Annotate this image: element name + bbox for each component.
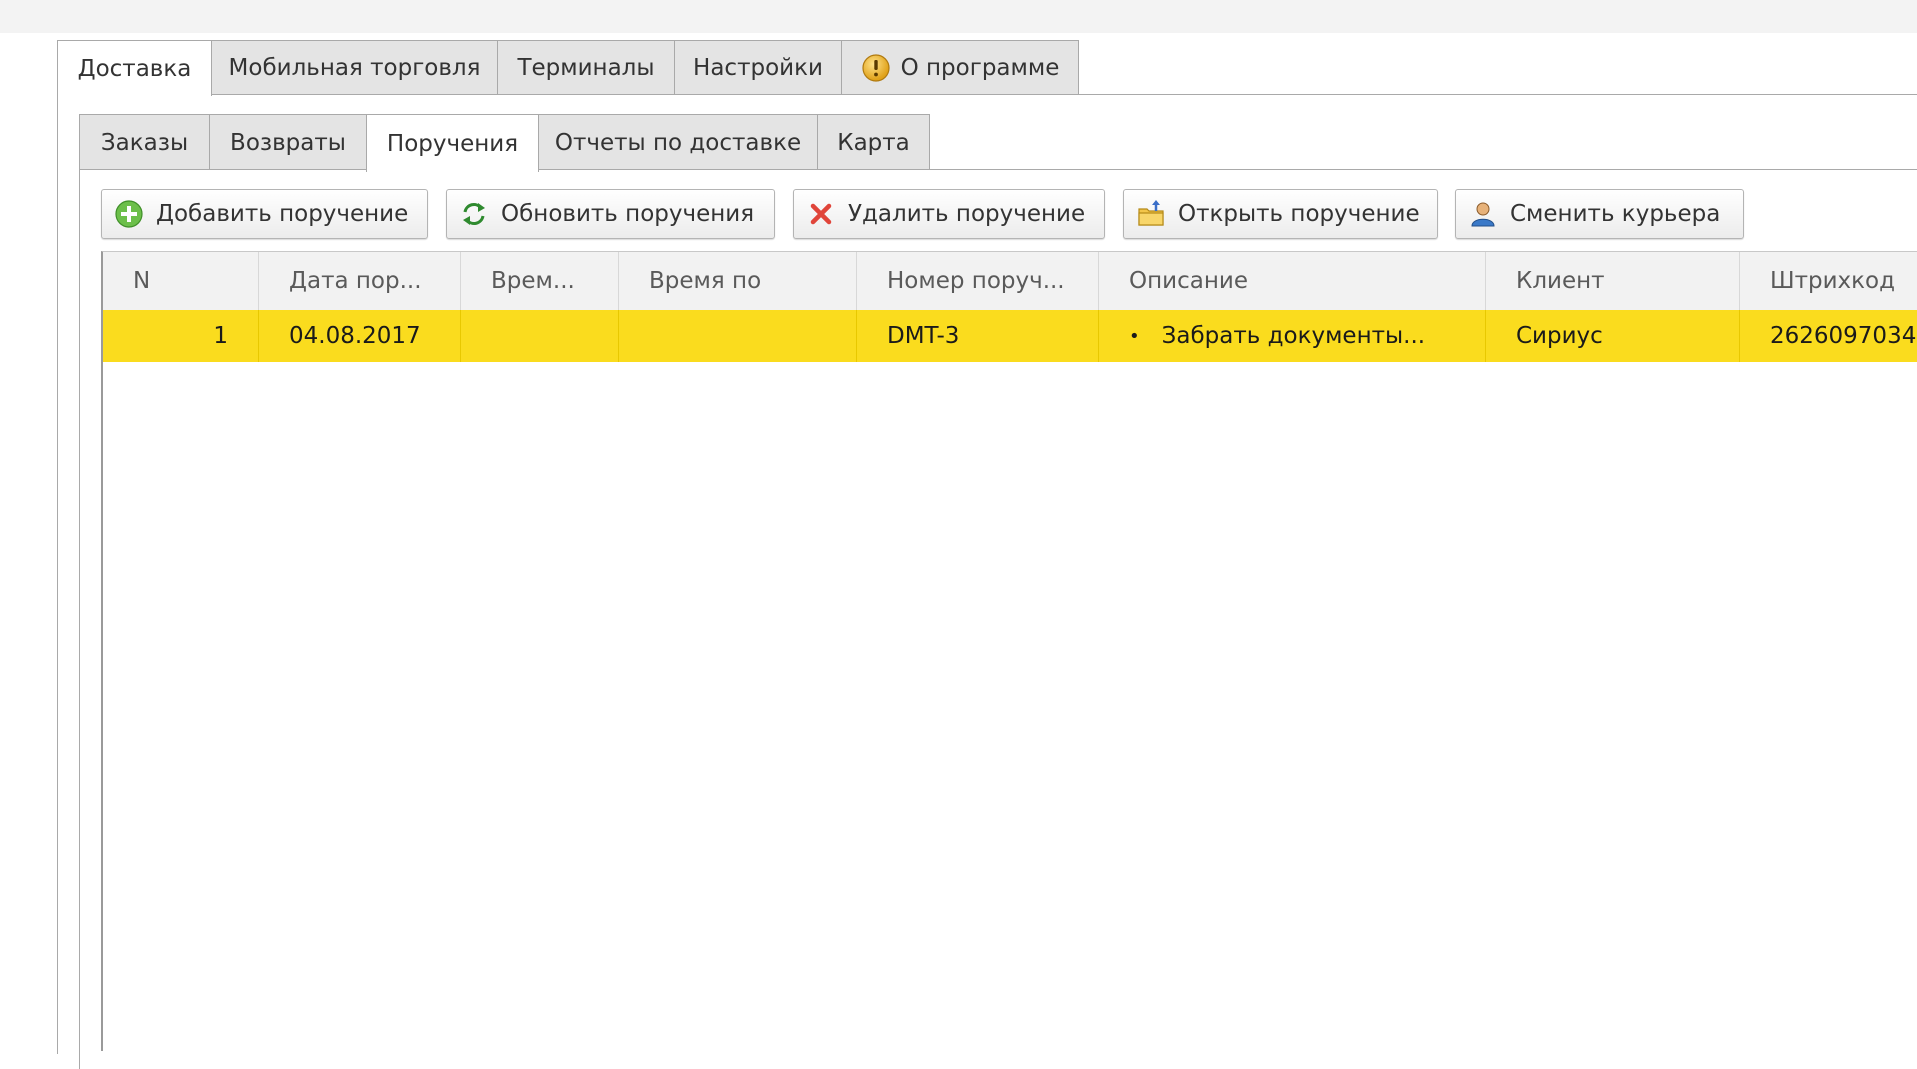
- tab-label: Доставка: [77, 55, 192, 82]
- column-header-barcode[interactable]: Штрихкод: [1740, 252, 1917, 310]
- column-header-label: Время по: [649, 268, 762, 294]
- tab-terminals[interactable]: Терминалы: [497, 40, 675, 94]
- tab-settings[interactable]: Настройки: [674, 40, 842, 94]
- column-header-label: Описание: [1129, 268, 1248, 294]
- subtab-label: Поручения: [386, 130, 519, 157]
- column-header-label: Клиент: [1516, 268, 1605, 294]
- button-label: Сменить курьера: [1510, 201, 1721, 227]
- subtab-returns[interactable]: Возвраты: [209, 114, 367, 170]
- column-header-label: Дата пор...: [289, 268, 422, 294]
- tab-mobile-trade[interactable]: Мобильная торговля: [211, 40, 498, 94]
- cell-value: Сириус: [1516, 323, 1603, 349]
- table-header: N Дата пор... Врем... Время по Номер пор…: [103, 252, 1917, 311]
- cell-time-from: [461, 310, 619, 362]
- top-band: [0, 0, 1917, 33]
- button-label: Открыть поручение: [1178, 201, 1420, 227]
- info-warning-icon: [861, 53, 891, 83]
- subtab-label: Возвраты: [230, 129, 346, 156]
- bullet-marker: •: [1129, 325, 1140, 347]
- subtab-label: Отчеты по доставке: [554, 129, 802, 156]
- tab-about[interactable]: О программе: [841, 40, 1079, 94]
- tab-label: О программе: [900, 54, 1060, 81]
- column-header-description[interactable]: Описание: [1099, 252, 1486, 310]
- column-header-time-from[interactable]: Врем...: [461, 252, 619, 310]
- button-label: Добавить поручение: [156, 201, 409, 227]
- add-icon: [114, 199, 144, 229]
- button-label: Обновить поручения: [501, 201, 755, 227]
- cell-value: 1: [213, 323, 228, 349]
- tab-label: Мобильная торговля: [228, 54, 481, 81]
- column-header-time-to[interactable]: Время по: [619, 252, 857, 310]
- refresh-icon: [459, 199, 489, 229]
- column-header-label: Штрихкод: [1770, 268, 1896, 294]
- assignments-table[interactable]: N Дата пор... Врем... Время по Номер пор…: [101, 251, 1917, 1051]
- subtab-label: Заказы: [100, 129, 189, 156]
- cell-time-to: [619, 310, 857, 362]
- subtab-label: Карта: [837, 129, 910, 156]
- cell-n: 1: [103, 310, 259, 362]
- cell-date: 04.08.2017: [259, 310, 461, 362]
- subtab-orders[interactable]: Заказы: [79, 114, 210, 170]
- tab-label: Терминалы: [517, 54, 655, 81]
- column-header-number[interactable]: Номер поруч...: [857, 252, 1099, 310]
- subtab-assignments[interactable]: Поручения: [366, 114, 539, 172]
- column-header-label: Номер поруч...: [887, 268, 1065, 294]
- button-label: Удалить поручение: [848, 201, 1086, 227]
- cell-client: Сириус: [1486, 310, 1740, 362]
- open-folder-icon: [1136, 199, 1166, 229]
- column-header-client[interactable]: Клиент: [1486, 252, 1740, 310]
- courier-person-icon: [1468, 199, 1498, 229]
- cell-description: • Забрать документы...: [1099, 310, 1486, 362]
- cell-value: Забрать документы...: [1161, 323, 1426, 349]
- open-assignment-button[interactable]: Открыть поручение: [1123, 189, 1438, 239]
- column-header-label: N: [133, 268, 151, 294]
- column-header-date[interactable]: Дата пор...: [259, 252, 461, 310]
- refresh-assignments-button[interactable]: Обновить поручения: [446, 189, 775, 239]
- column-header-n[interactable]: N: [103, 252, 259, 310]
- cell-barcode: 26260970340: [1740, 310, 1917, 362]
- delete-assignment-button[interactable]: Удалить поручение: [793, 189, 1105, 239]
- tab-delivery[interactable]: Доставка: [57, 40, 212, 96]
- change-courier-button[interactable]: Сменить курьера: [1455, 189, 1744, 239]
- subtab-map[interactable]: Карта: [817, 114, 930, 170]
- table-row[interactable]: 1 04.08.2017 DMT-3 • Забрать документы..…: [103, 310, 1917, 362]
- cell-value: 04.08.2017: [289, 323, 421, 349]
- subtab-delivery-reports[interactable]: Отчеты по доставке: [538, 114, 818, 170]
- add-assignment-button[interactable]: Добавить поручение: [101, 189, 428, 239]
- tab-label: Настройки: [693, 54, 823, 81]
- cell-number: DMT-3: [857, 310, 1099, 362]
- column-header-label: Врем...: [491, 268, 575, 294]
- cell-value: 26260970340: [1770, 323, 1917, 349]
- delete-x-icon: [806, 199, 836, 229]
- cell-value: DMT-3: [887, 323, 960, 349]
